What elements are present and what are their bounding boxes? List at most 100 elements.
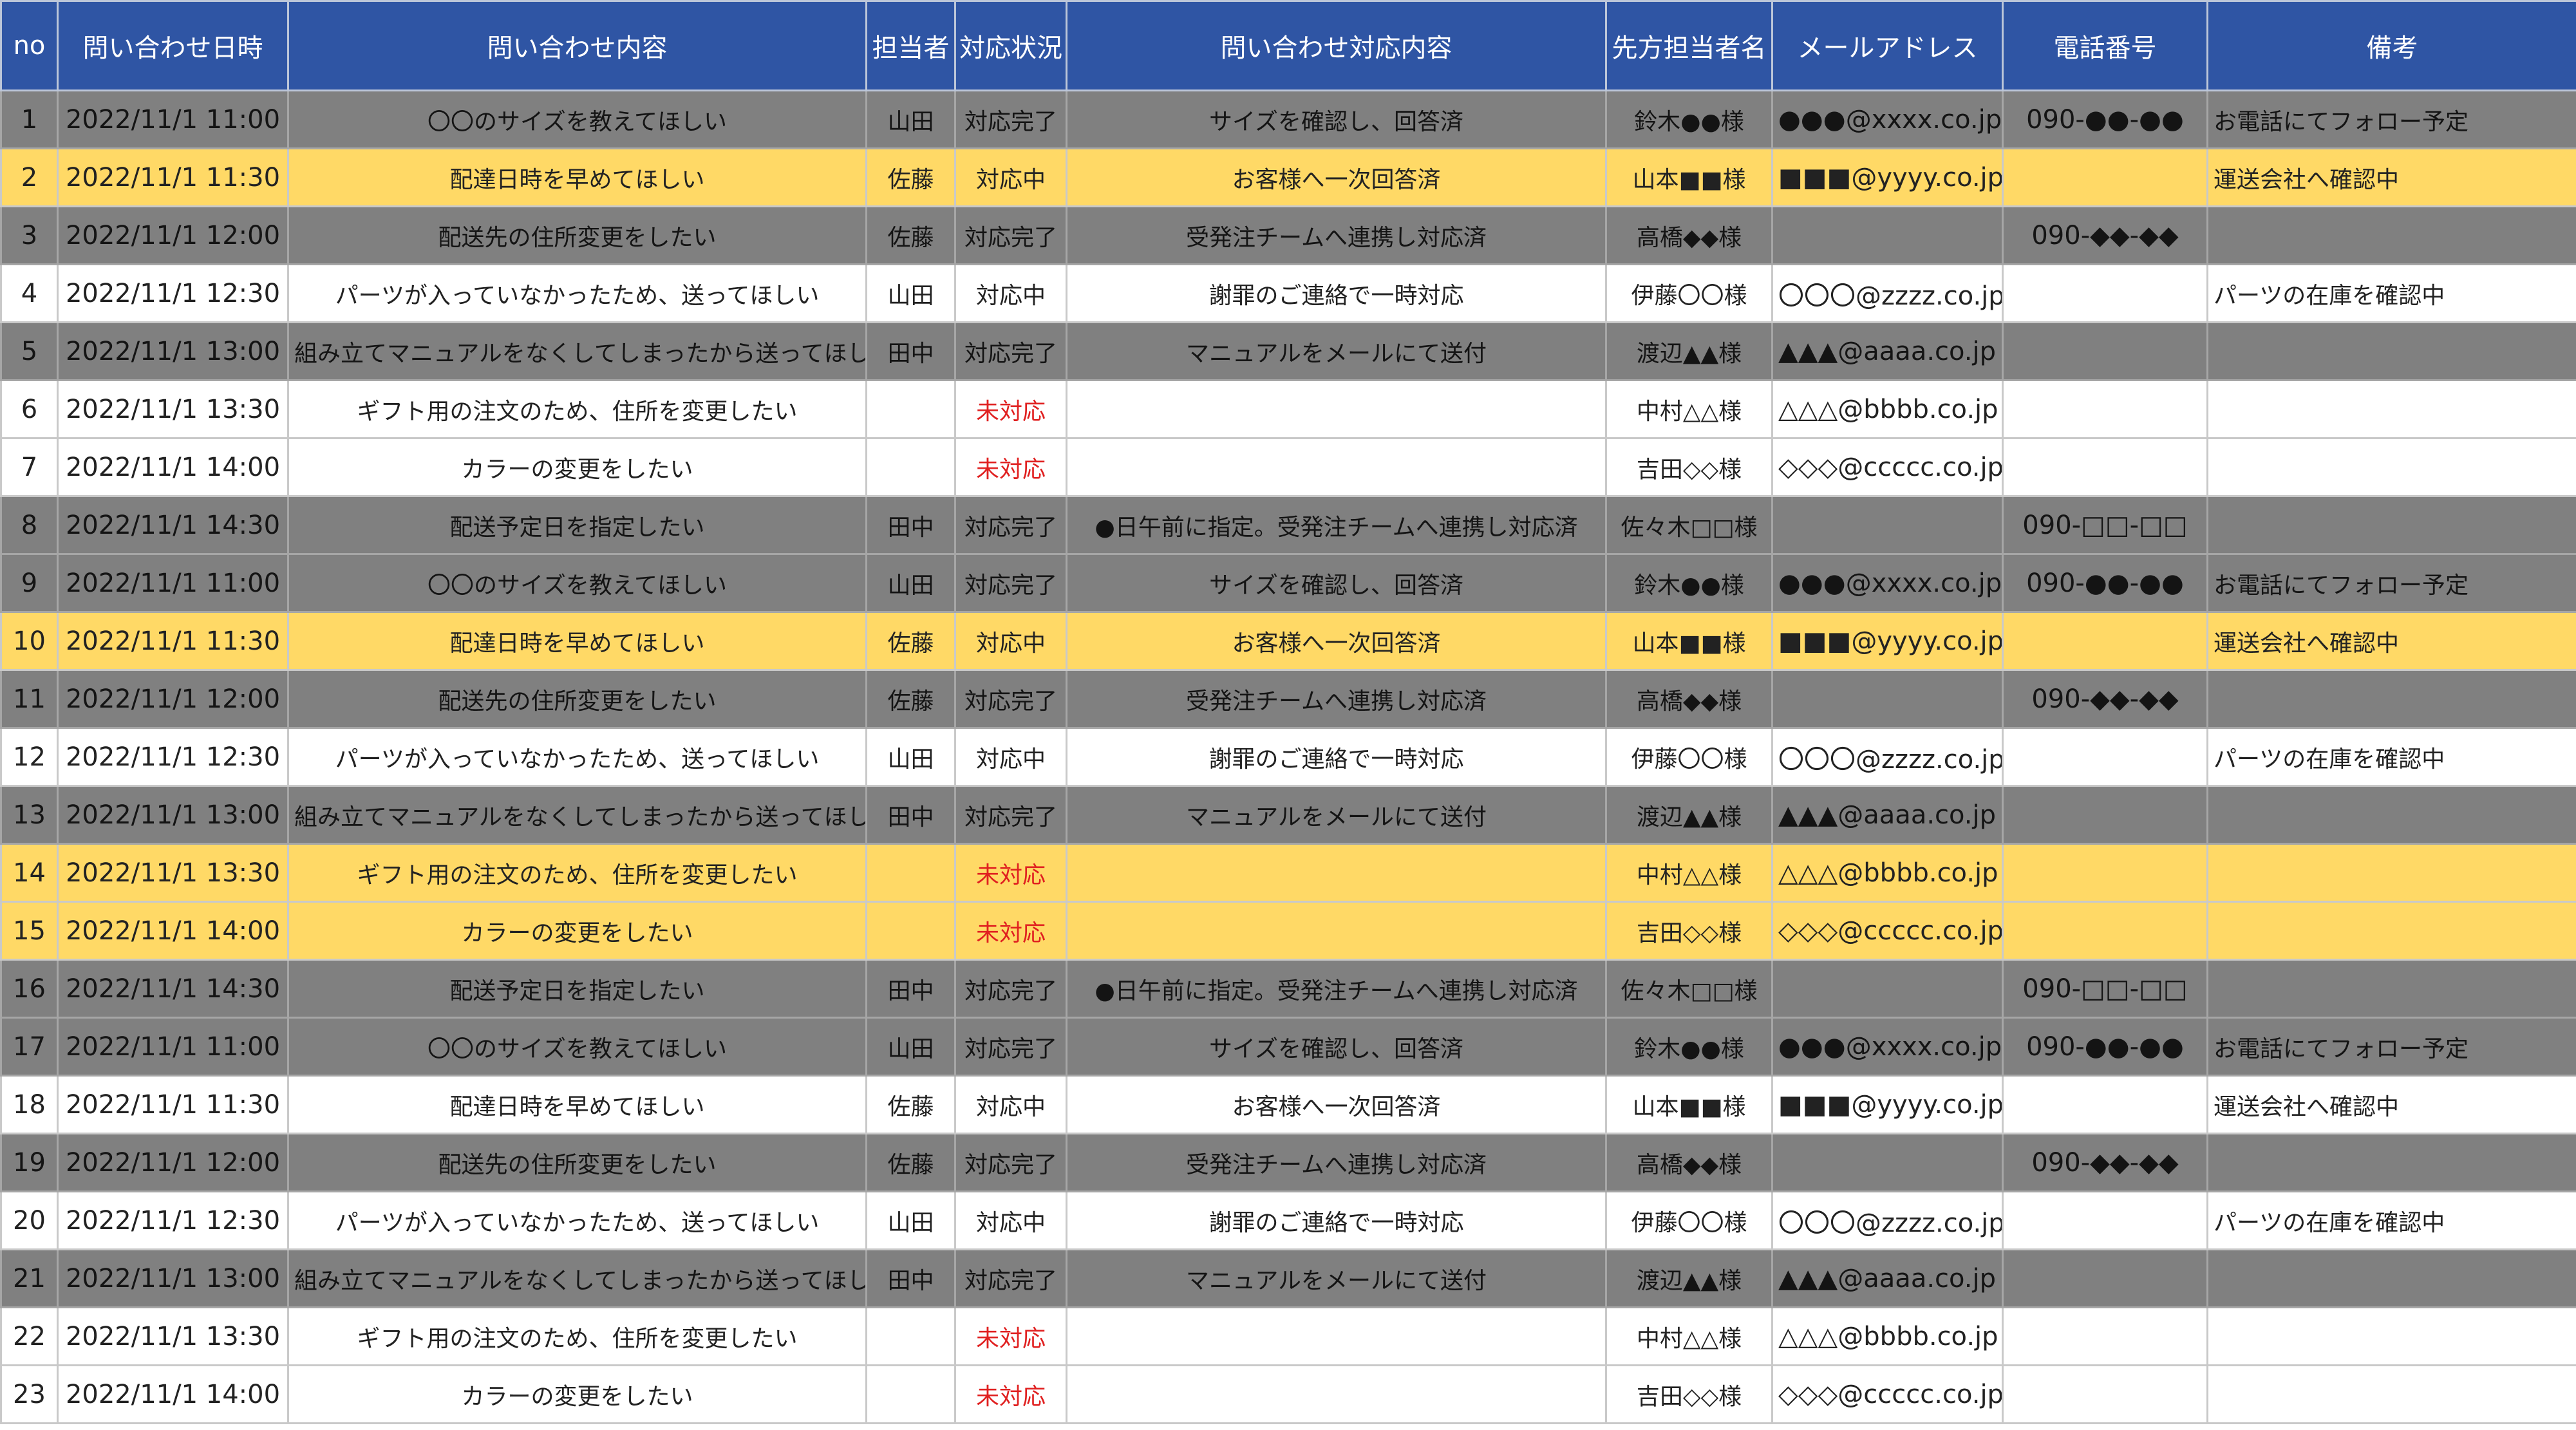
cell-note[interactable] bbox=[2206, 437, 2576, 497]
cell-content[interactable]: 配達日時を早めてほしい bbox=[287, 611, 867, 671]
cell-datetime[interactable]: 2022/11/1 12:30 bbox=[57, 1190, 289, 1250]
cell-datetime[interactable]: 2022/11/1 12:00 bbox=[57, 1133, 289, 1192]
cell-datetime[interactable]: 2022/11/1 14:30 bbox=[57, 959, 289, 1019]
cell-content[interactable]: ギフト用の注文のため、住所を変更したい bbox=[287, 379, 867, 439]
cell-datetime[interactable]: 2022/11/1 11:30 bbox=[57, 1075, 289, 1134]
cell-phone[interactable] bbox=[2002, 1075, 2208, 1134]
cell-phone[interactable] bbox=[2002, 1190, 2208, 1250]
cell-contact-name[interactable]: 佐々木□□様 bbox=[1605, 959, 1773, 1019]
cell-response[interactable] bbox=[1066, 379, 1607, 439]
header-note[interactable]: 備考 bbox=[2206, 0, 2576, 91]
cell-contact-name[interactable]: 山本■■様 bbox=[1605, 147, 1773, 207]
cell-note[interactable]: 運送会社へ確認中 bbox=[2206, 1075, 2576, 1134]
cell-contact-name[interactable]: 鈴木●●様 bbox=[1605, 89, 1773, 149]
cell-staff[interactable] bbox=[865, 1364, 956, 1424]
cell-contact-name[interactable]: 渡辺▲▲様 bbox=[1605, 321, 1773, 381]
cell-response[interactable]: ●日午前に指定。受発注チームへ連携し対応済 bbox=[1066, 959, 1607, 1019]
cell-datetime[interactable]: 2022/11/1 14:00 bbox=[57, 1364, 289, 1424]
cell-email[interactable]: ▲▲▲@aaaa.co.jp bbox=[1771, 1248, 2004, 1308]
cell-response[interactable]: サイズを確認し、回答済 bbox=[1066, 89, 1607, 149]
cell-content[interactable]: 配達日時を早めてほしい bbox=[287, 1075, 867, 1134]
cell-email[interactable]: ●●●@xxxx.co.jp bbox=[1771, 553, 2004, 613]
cell-email[interactable]: 〇〇〇@zzzz.co.jp bbox=[1771, 1190, 2004, 1250]
cell-status[interactable]: 対応完了 bbox=[954, 785, 1067, 845]
header-datetime[interactable]: 問い合わせ日時 bbox=[57, 0, 289, 91]
cell-content[interactable]: 組み立てマニュアルをなくしてしまったから送ってほしい bbox=[287, 321, 867, 381]
cell-contact-name[interactable]: 山本■■様 bbox=[1605, 1075, 1773, 1134]
cell-response[interactable]: お客様へ一次回答済 bbox=[1066, 1075, 1607, 1134]
cell-contact-name[interactable]: 伊藤〇〇様 bbox=[1605, 263, 1773, 323]
cell-status[interactable]: 対応完了 bbox=[954, 205, 1067, 265]
header-status[interactable]: 対応状況 bbox=[954, 0, 1067, 91]
cell-response[interactable]: 謝罪のご連絡で一時対応 bbox=[1066, 727, 1607, 787]
cell-status[interactable]: 未対応 bbox=[954, 379, 1067, 439]
header-content[interactable]: 問い合わせ内容 bbox=[287, 0, 867, 91]
cell-phone[interactable] bbox=[2002, 1364, 2208, 1424]
cell-content[interactable]: カラーの変更をしたい bbox=[287, 1364, 867, 1424]
cell-no[interactable]: 8 bbox=[0, 495, 59, 555]
cell-datetime[interactable]: 2022/11/1 12:30 bbox=[57, 727, 289, 787]
cell-contact-name[interactable]: 高橋◆◆様 bbox=[1605, 1133, 1773, 1192]
cell-staff[interactable]: 田中 bbox=[865, 495, 956, 555]
header-response[interactable]: 問い合わせ対応内容 bbox=[1066, 0, 1607, 91]
cell-staff[interactable]: 山田 bbox=[865, 1190, 956, 1250]
cell-response[interactable]: お客様へ一次回答済 bbox=[1066, 611, 1607, 671]
cell-note[interactable] bbox=[2206, 495, 2576, 555]
cell-status[interactable]: 対応中 bbox=[954, 1190, 1067, 1250]
cell-no[interactable]: 12 bbox=[0, 727, 59, 787]
cell-contact-name[interactable]: 鈴木●●様 bbox=[1605, 1017, 1773, 1077]
cell-phone[interactable] bbox=[2002, 379, 2208, 439]
cell-email[interactable]: △△△@bbbb.co.jp bbox=[1771, 379, 2004, 439]
cell-datetime[interactable]: 2022/11/1 11:00 bbox=[57, 89, 289, 149]
cell-contact-name[interactable]: 佐々木□□様 bbox=[1605, 495, 1773, 555]
cell-status[interactable]: 対応中 bbox=[954, 611, 1067, 671]
cell-note[interactable]: パーツの在庫を確認中 bbox=[2206, 263, 2576, 323]
cell-status[interactable]: 未対応 bbox=[954, 437, 1067, 497]
cell-datetime[interactable]: 2022/11/1 12:00 bbox=[57, 205, 289, 265]
cell-content[interactable]: ギフト用の注文のため、住所を変更したい bbox=[287, 843, 867, 903]
cell-response[interactable]: マニュアルをメールにて送付 bbox=[1066, 321, 1607, 381]
cell-datetime[interactable]: 2022/11/1 11:00 bbox=[57, 553, 289, 613]
cell-status[interactable]: 対応完了 bbox=[954, 1017, 1067, 1077]
cell-status[interactable]: 対応完了 bbox=[954, 89, 1067, 149]
cell-datetime[interactable]: 2022/11/1 13:30 bbox=[57, 843, 289, 903]
header-staff[interactable]: 担当者 bbox=[865, 0, 956, 91]
cell-email[interactable] bbox=[1771, 959, 2004, 1019]
cell-content[interactable]: 配送先の住所変更をしたい bbox=[287, 669, 867, 729]
cell-phone[interactable]: 090-●●-●● bbox=[2002, 89, 2208, 149]
cell-note[interactable] bbox=[2206, 959, 2576, 1019]
cell-staff[interactable]: 佐藤 bbox=[865, 1075, 956, 1134]
cell-email[interactable]: △△△@bbbb.co.jp bbox=[1771, 1306, 2004, 1366]
cell-datetime[interactable]: 2022/11/1 13:30 bbox=[57, 1306, 289, 1366]
cell-email[interactable]: ◇◇◇@ccccc.co.jp bbox=[1771, 1364, 2004, 1424]
cell-note[interactable] bbox=[2206, 669, 2576, 729]
cell-phone[interactable] bbox=[2002, 611, 2208, 671]
cell-no[interactable]: 16 bbox=[0, 959, 59, 1019]
cell-contact-name[interactable]: 吉田◇◇様 bbox=[1605, 437, 1773, 497]
cell-email[interactable]: ●●●@xxxx.co.jp bbox=[1771, 89, 2004, 149]
cell-phone[interactable]: 090-●●-●● bbox=[2002, 1017, 2208, 1077]
cell-phone[interactable]: 090-□□-□□ bbox=[2002, 959, 2208, 1019]
cell-datetime[interactable]: 2022/11/1 13:30 bbox=[57, 379, 289, 439]
cell-response[interactable] bbox=[1066, 1364, 1607, 1424]
cell-note[interactable] bbox=[2206, 1248, 2576, 1308]
cell-no[interactable]: 19 bbox=[0, 1133, 59, 1192]
cell-response[interactable]: サイズを確認し、回答済 bbox=[1066, 1017, 1607, 1077]
cell-email[interactable]: ◇◇◇@ccccc.co.jp bbox=[1771, 437, 2004, 497]
cell-content[interactable]: 配送先の住所変更をしたい bbox=[287, 205, 867, 265]
cell-contact-name[interactable]: 高橋◆◆様 bbox=[1605, 205, 1773, 265]
cell-no[interactable]: 14 bbox=[0, 843, 59, 903]
cell-contact-name[interactable]: 伊藤〇〇様 bbox=[1605, 1190, 1773, 1250]
cell-response[interactable]: 受発注チームへ連携し対応済 bbox=[1066, 669, 1607, 729]
cell-email[interactable] bbox=[1771, 495, 2004, 555]
cell-no[interactable]: 13 bbox=[0, 785, 59, 845]
cell-content[interactable]: パーツが入っていなかったため、送ってほしい bbox=[287, 263, 867, 323]
cell-note[interactable] bbox=[2206, 785, 2576, 845]
cell-no[interactable]: 2 bbox=[0, 147, 59, 207]
cell-email[interactable]: △△△@bbbb.co.jp bbox=[1771, 843, 2004, 903]
cell-staff[interactable] bbox=[865, 437, 956, 497]
cell-email[interactable]: ◇◇◇@ccccc.co.jp bbox=[1771, 901, 2004, 961]
cell-email[interactable]: ■■■@yyyy.co.jp bbox=[1771, 147, 2004, 207]
cell-no[interactable]: 10 bbox=[0, 611, 59, 671]
cell-response[interactable]: ●日午前に指定。受発注チームへ連携し対応済 bbox=[1066, 495, 1607, 555]
